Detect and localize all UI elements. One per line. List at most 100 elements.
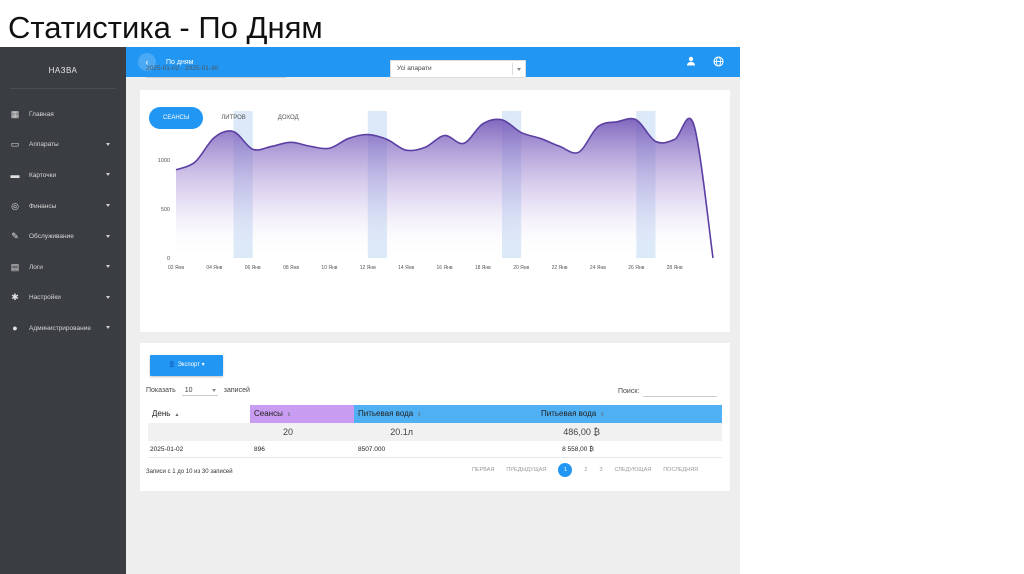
export-label: Экспорт — [177, 362, 200, 368]
sidebar-item-4[interactable]: ◎ Финансы — [0, 191, 126, 222]
x-tick-label: 08 Янв — [283, 265, 299, 271]
records-label: записей — [223, 387, 250, 394]
page-length-control: Показать 10 записей — [146, 385, 250, 396]
card-icon: ▬ — [10, 170, 20, 181]
column-header-label: Питьевая вода — [541, 409, 597, 418]
slide-title: Статистика - По Дням — [8, 10, 323, 45]
wrench-icon: ✎ — [11, 231, 19, 242]
sidebar-item-2[interactable]: ▭ Аппараты — [0, 130, 126, 161]
sidebar-item-label: Аппараты — [29, 141, 59, 149]
sort-icon: ⇕ — [417, 412, 422, 418]
date-range-input[interactable]: 2025-01-02 - 2025-01-30 — [146, 62, 286, 78]
x-tick-label: 10 Янв — [321, 265, 337, 271]
pager-page-3[interactable]: 3 — [593, 467, 608, 473]
table-body: 2025-01-02 896 8507.000 8 558,00 ₿ — [148, 441, 722, 458]
pager-first-button[interactable]: Первая — [466, 467, 500, 473]
table-info: Записи с 1 до 10 из 30 записей — [146, 469, 233, 475]
chart-tab-3[interactable]: Доход — [264, 107, 313, 129]
chevron-down-icon — [106, 204, 110, 208]
select-separator — [512, 63, 513, 75]
sidebar-item-6[interactable]: ▤ Логи — [0, 252, 126, 283]
column-header-label: День — [152, 409, 171, 418]
sidebar-item-7[interactable]: ✱ Настройки — [0, 283, 126, 314]
pager-next-button[interactable]: Следующая — [609, 467, 658, 473]
table-header: День ▲ Сеансы ⇕ Питьевая вода ⇕ Питьевая вода ⇕ — [148, 405, 722, 423]
sidebar-item-8[interactable]: ● Администрирование — [0, 313, 126, 344]
x-tick-label: 14 Янв — [398, 265, 414, 271]
table-cell: 8 558,00 ₿ — [562, 446, 594, 453]
search-input[interactable] — [643, 385, 718, 397]
sidebar-item-label: Администрирование — [29, 324, 91, 332]
devices-icon: ▭ — [10, 139, 20, 150]
chevron-down-icon: ▾ — [201, 362, 205, 368]
user-icon: ● — [12, 323, 18, 334]
chevron-down-icon — [106, 234, 110, 238]
column-header-label: Сеансы — [254, 409, 283, 418]
y-tick-label: 1000 — [158, 158, 170, 164]
sidebar-item-label: Логи — [29, 263, 43, 271]
sidebar-item-label: Настройки — [29, 294, 61, 302]
column-header-label: Питьевая вода — [358, 409, 414, 418]
gear-icon: ✱ — [11, 292, 19, 303]
x-tick-label: 20 Янв — [513, 265, 529, 271]
summary-cell: 20 — [282, 427, 293, 437]
summary-cell: 486,00 ₿ — [563, 427, 600, 437]
column-header-2[interactable]: Сеансы ⇕ — [250, 405, 354, 423]
pagination: Первая Предыдущая 1 2 3 Следующая Последняя — [466, 463, 704, 477]
chart-tab-1[interactable]: Сеансы — [149, 107, 204, 129]
sidebar-item-label: Карточки — [29, 171, 57, 179]
column-header-3[interactable]: Питьевая вода ⇕ — [354, 405, 537, 423]
x-tick-label: 06 Янв — [245, 265, 261, 271]
table-summary-row: 20 20.1л 486,00 ₿ — [148, 423, 722, 441]
sidebar-item-label: Финансы — [29, 202, 57, 210]
column-header-1[interactable]: День ▲ — [148, 405, 250, 423]
y-tick-label: 500 — [161, 207, 170, 213]
x-tick-label: 24 Янв — [590, 265, 606, 271]
series-area — [176, 118, 713, 258]
sidebar-item-5[interactable]: ✎ Обслуживание — [0, 221, 126, 252]
pager-page-1[interactable]: 1 — [558, 463, 573, 477]
sidebar-item-1[interactable]: ▦ Главная — [0, 99, 126, 130]
chevron-down-icon — [106, 173, 110, 177]
x-tick-label: 28 Янв — [667, 265, 683, 271]
column-header-4[interactable]: Питьевая вода ⇕ — [537, 405, 722, 423]
sidebar-item-label: Обслуживание — [29, 233, 74, 241]
y-tick-label: 0 — [167, 256, 170, 262]
table-cell: 8507.000 — [358, 446, 386, 453]
table-row[interactable]: 2025-01-02 896 8507.000 8 558,00 ₿ — [148, 441, 722, 458]
chart-tabs: Сеансы Литров Доход — [149, 107, 317, 129]
x-tick-label: 12 Янв — [360, 265, 376, 271]
pager-page-2[interactable]: 2 — [578, 467, 593, 473]
x-tick-label: 18 Янв — [475, 265, 491, 271]
globe-icon[interactable] — [712, 55, 724, 67]
x-tick-label: 16 Янв — [437, 265, 453, 271]
chevron-down-icon — [106, 295, 110, 299]
table-cell: 2025-01-02 — [150, 446, 184, 453]
show-label: Показать — [146, 387, 176, 394]
chevron-down-icon — [106, 265, 110, 269]
page-length-select[interactable]: 10 — [181, 385, 218, 396]
search-label: Поиск: — [618, 387, 640, 395]
chart-tab-2[interactable]: Литров — [207, 107, 259, 129]
filters-bar: 2025-01-02 - 2025-01-30 Усі апарати — [146, 60, 706, 80]
brand-logo: НАЗВА — [10, 47, 116, 89]
dashboard-icon: ▦ — [10, 108, 20, 119]
device-select[interactable]: Усі апарати — [390, 60, 526, 78]
pager-prev-button[interactable]: Предыдущая — [500, 467, 552, 473]
sidebar-item-3[interactable]: ▬ Карточки — [0, 160, 126, 191]
table-card: 👤 Экспорт ▾ Показать 10 записей Поиск: Д… — [140, 343, 730, 491]
export-button[interactable]: 👤 Экспорт ▾ — [150, 355, 223, 376]
x-tick-label: 02 Янв — [168, 265, 184, 271]
chevron-down-icon — [106, 142, 110, 146]
data-table: День ▲ Сеансы ⇕ Питьевая вода ⇕ Питьевая вода ⇕… — [148, 405, 722, 458]
sort-icon: ⇕ — [286, 412, 292, 418]
chart-card: 05001000150002 Янв04 Янв06 Янв08 Янв10 Я… — [140, 90, 730, 332]
search-control: Поиск: — [618, 385, 718, 397]
pager-last-button[interactable]: Последняя — [657, 467, 704, 473]
table-cell: 896 — [254, 446, 265, 453]
chevron-down-icon — [517, 68, 521, 71]
sort-icon: ▲ — [174, 412, 180, 418]
log-icon: ▤ — [10, 261, 20, 272]
money-icon: ◎ — [11, 200, 19, 211]
sidebar: НАЗВА ▦ Главная ▭ Аппараты ▬ Карточки ◎ Финансы… — [0, 47, 126, 574]
